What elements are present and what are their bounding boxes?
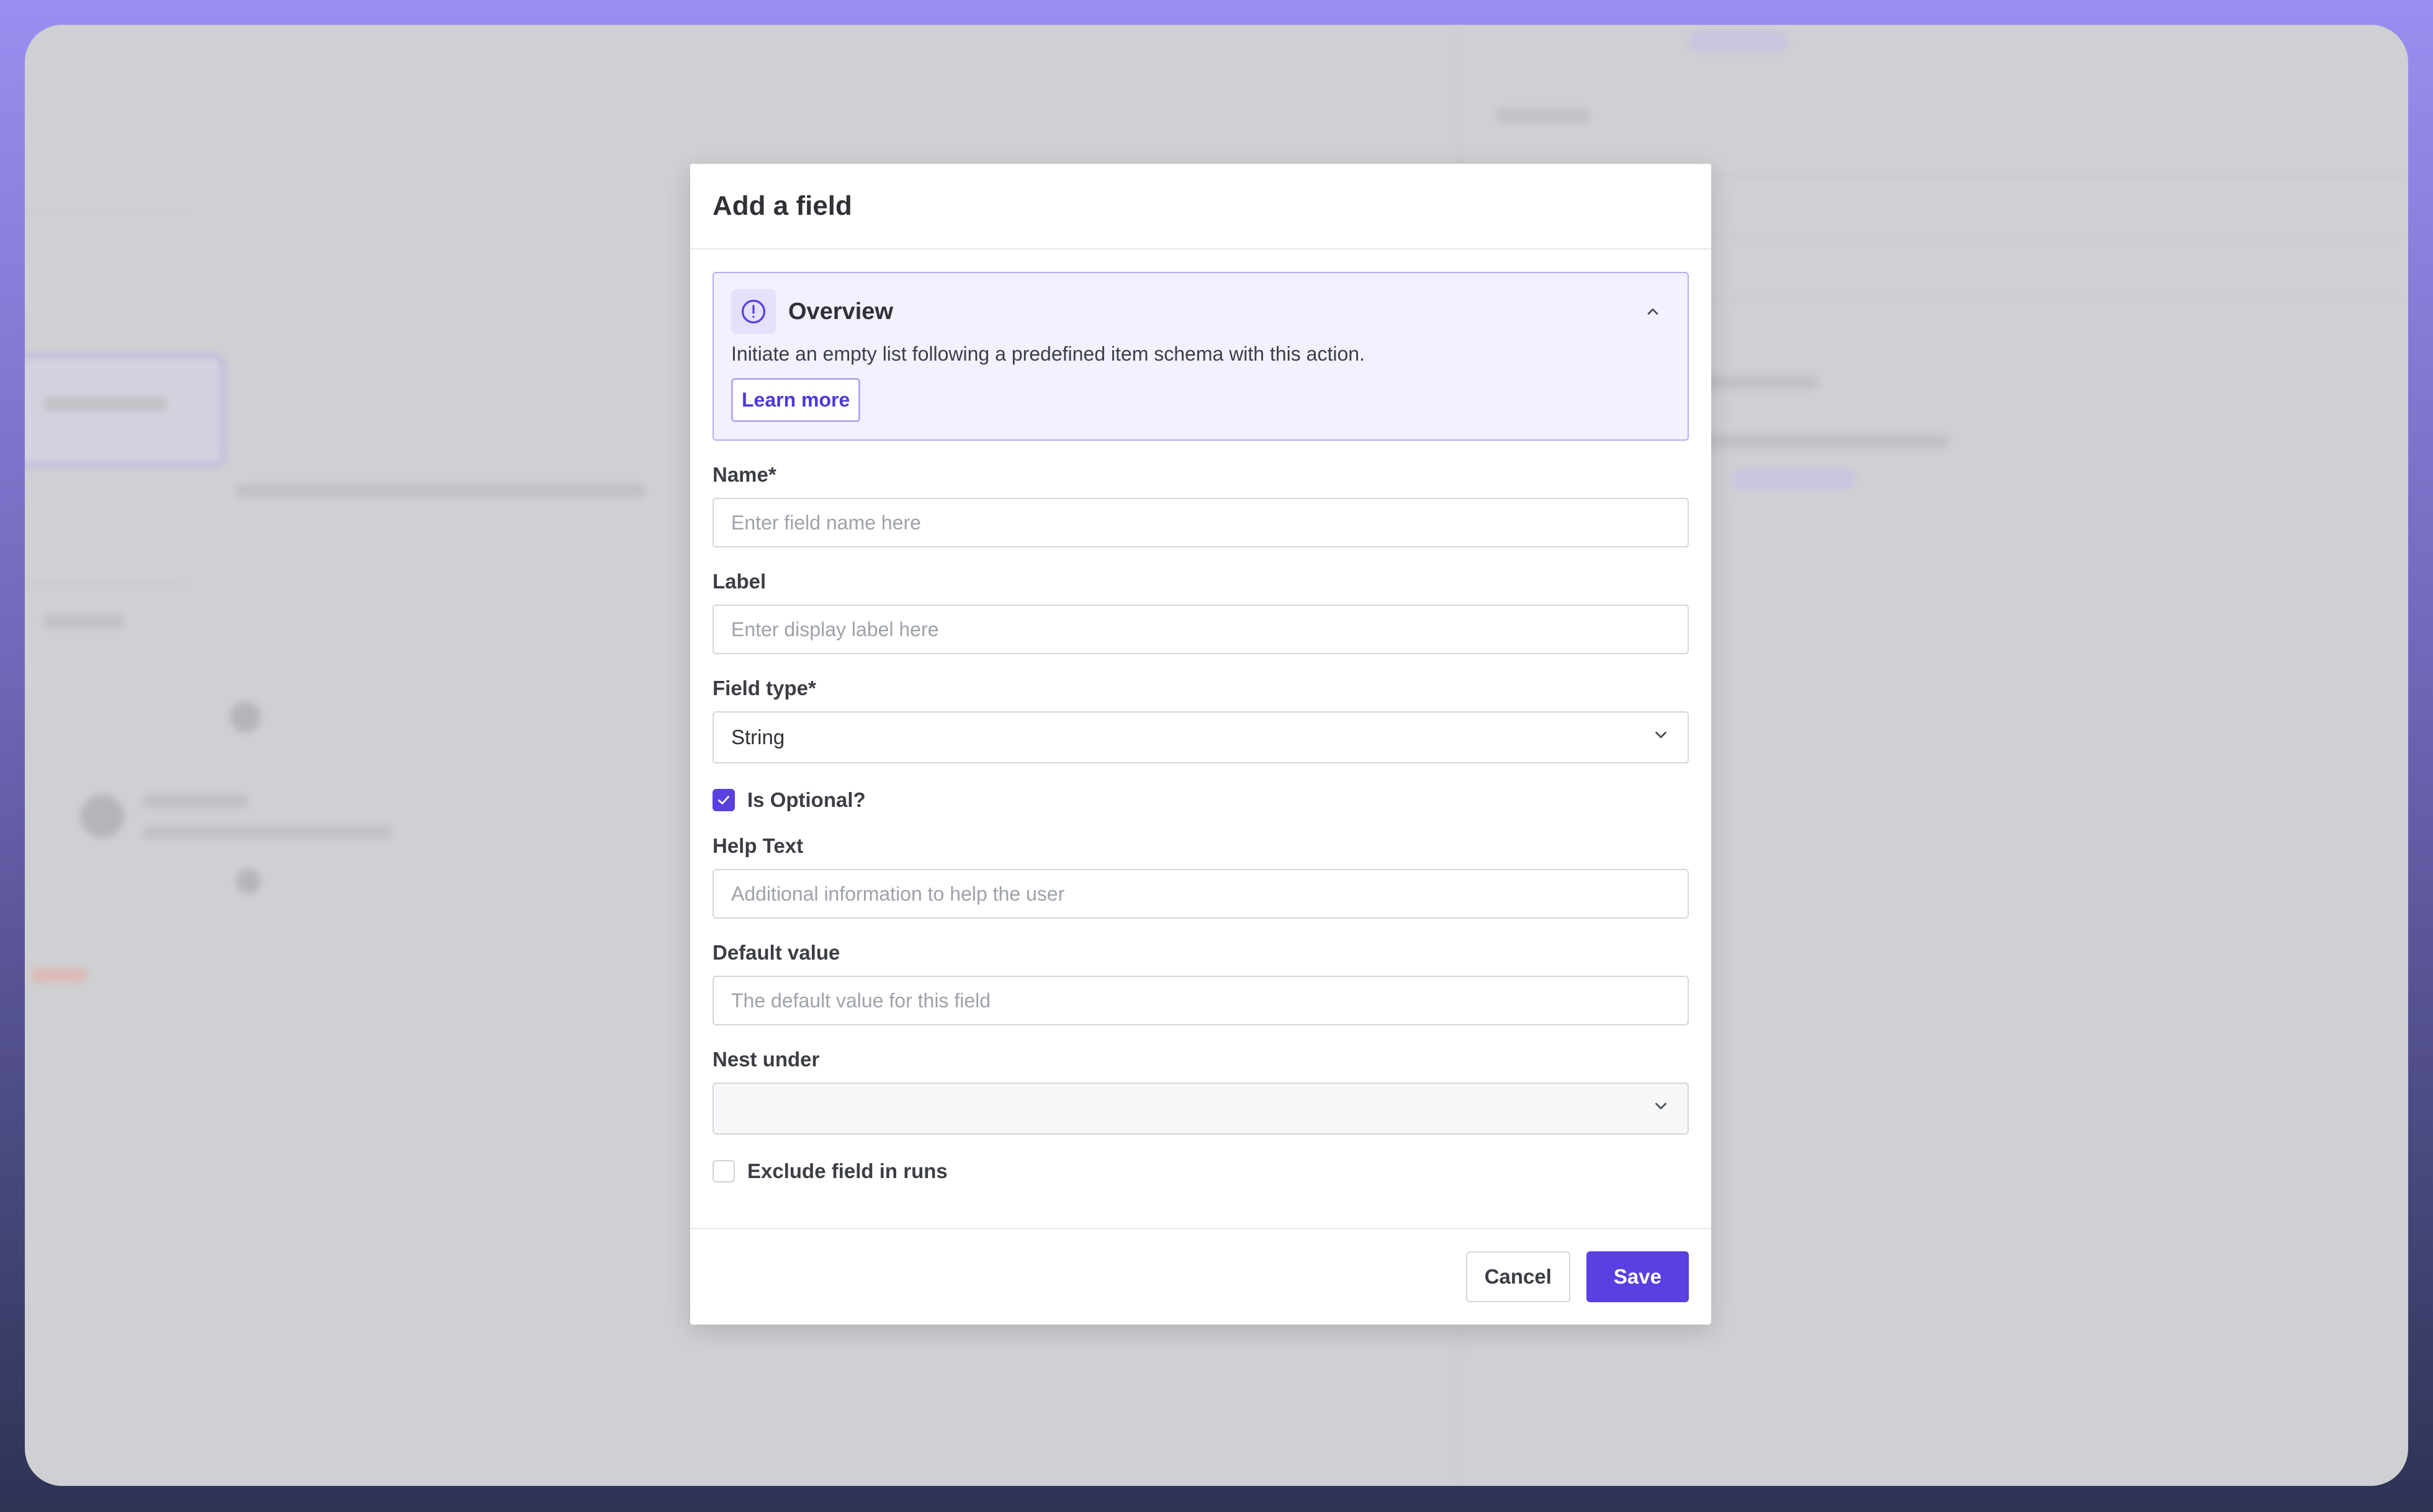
background-divider: [25, 211, 186, 213]
field-type-label: Field type*: [713, 677, 816, 700]
exclude-in-runs-row: Exclude field in runs: [713, 1159, 1689, 1183]
label-input[interactable]: Enter display label here: [713, 605, 1689, 654]
name-field-group: Name* Enter field name here: [713, 463, 1689, 547]
modal-footer: Cancel Save: [690, 1228, 1711, 1325]
modal-header: Add a field: [690, 164, 1711, 250]
check-icon: [718, 796, 729, 804]
background-pill: [1732, 469, 1856, 490]
background-avatar: [81, 794, 124, 838]
background-error-text: [31, 968, 87, 982]
overview-header[interactable]: Overview: [731, 289, 1670, 334]
background-node: [230, 701, 261, 732]
overview-description: Initiate an empty list following a prede…: [731, 343, 1365, 365]
name-input[interactable]: Enter field name here: [713, 498, 1689, 547]
background-text: [1676, 434, 1949, 448]
exclude-in-runs-checkbox[interactable]: [713, 1160, 735, 1182]
learn-more-button[interactable]: Learn more: [731, 378, 861, 422]
add-field-modal: Add a field Overview Initiate an empty l…: [690, 164, 1711, 1325]
background-text: [236, 484, 645, 498]
modal-body: Overview Initiate an empty list followin…: [690, 250, 1711, 1183]
is-optional-checkbox[interactable]: [713, 789, 735, 811]
background-text: [43, 397, 168, 411]
overview-title-group: Overview: [731, 289, 893, 334]
background-text: [43, 614, 124, 628]
overview-title: Overview: [788, 298, 893, 325]
overview-panel: Overview Initiate an empty list followin…: [713, 272, 1689, 441]
chevron-up-icon[interactable]: [1635, 294, 1670, 329]
help-text-input[interactable]: Additional information to help the user: [713, 869, 1689, 919]
nest-under-group: Nest under: [713, 1048, 1689, 1135]
modal-title: Add a field: [713, 191, 852, 221]
background-text: [143, 794, 248, 808]
field-type-value: String: [731, 726, 785, 749]
help-text-group: Help Text Additional information to help…: [713, 834, 1689, 919]
name-label: Name*: [713, 463, 776, 486]
background-pill: [1688, 31, 1788, 52]
background-node: [236, 869, 261, 894]
default-value-input[interactable]: The default value for this field: [713, 976, 1689, 1025]
nest-under-label: Nest under: [713, 1048, 820, 1071]
chevron-down-icon: [1652, 726, 1670, 749]
label-label: Label: [713, 570, 767, 593]
info-circle-icon: [731, 289, 776, 334]
is-optional-label: Is Optional?: [747, 788, 866, 811]
is-optional-row: Is Optional?: [713, 788, 1689, 812]
cancel-button[interactable]: Cancel: [1465, 1251, 1570, 1302]
nest-under-select[interactable]: [713, 1082, 1689, 1135]
background-divider: [25, 583, 186, 585]
default-value-label: Default value: [713, 941, 840, 964]
save-button[interactable]: Save: [1586, 1251, 1689, 1302]
background-text: [1496, 109, 1589, 122]
exclude-in-runs-label: Exclude field in runs: [747, 1159, 948, 1182]
label-field-group: Label Enter display label here: [713, 570, 1689, 654]
field-type-group: Field type* String: [713, 677, 1689, 763]
background-text: [143, 826, 391, 839]
field-type-select[interactable]: String: [713, 711, 1689, 763]
app-window: Add a field Overview Initiate an empty l…: [25, 25, 2408, 1486]
help-text-label: Help Text: [713, 834, 804, 857]
chevron-down-icon: [1652, 1097, 1670, 1120]
default-value-group: Default value The default value for this…: [713, 941, 1689, 1025]
